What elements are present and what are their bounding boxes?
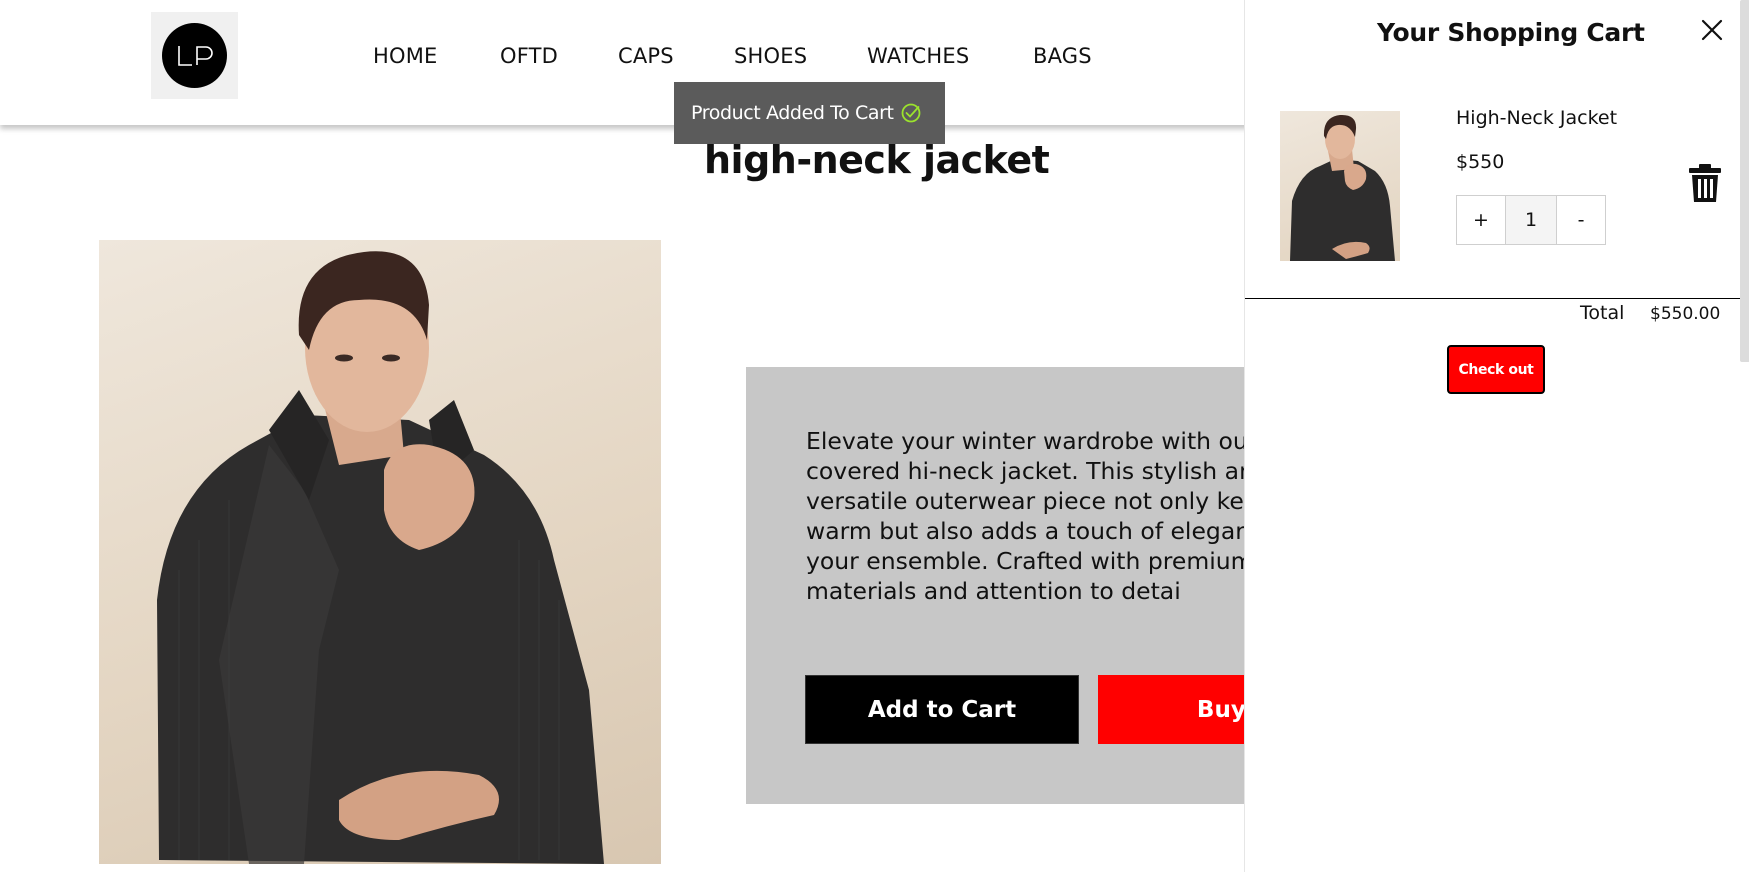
cart-item-price: $550 (1456, 151, 1505, 173)
check-circle-icon (900, 102, 922, 124)
description-line: versatile outerwear piece not only kee (806, 487, 1259, 515)
description-line: materials and attention to detai (806, 577, 1181, 605)
model-photo (157, 251, 604, 864)
logo-lp-icon (177, 45, 213, 66)
cart-scrollbar[interactable] (1740, 0, 1749, 362)
toast-notification: Product Added To Cart (674, 82, 945, 144)
nav-link-oftd[interactable]: OFTD (500, 44, 558, 68)
product-image (99, 240, 661, 864)
cart-divider (1245, 298, 1745, 299)
checkout-button[interactable]: Check out (1447, 345, 1545, 394)
brand-logo[interactable] (151, 12, 238, 99)
nav-link-home[interactable]: HOME (373, 44, 438, 68)
quantity-stepper: + 1 - (1456, 195, 1606, 245)
nav-link-shoes[interactable]: SHOES (734, 44, 807, 68)
app-root: HOME OFTD CAPS SHOES WATCHES BAGS Produc… (0, 0, 1749, 872)
increase-quantity-button[interactable]: + (1456, 195, 1506, 245)
description-line: warm but also adds a touch of elegar (806, 517, 1245, 545)
buy-now-button[interactable]: Buy N (1098, 675, 1266, 744)
description-line: Elevate your winter wardrobe with ou (806, 427, 1248, 455)
description-line: your ensemble. Crafted with premium (806, 547, 1254, 575)
cart-total-value: $550.00 (1650, 304, 1721, 324)
toast-message: Product Added To Cart (691, 102, 894, 124)
shopping-cart-drawer: Your Shopping Cart High-Neck Jacket $550… (1244, 0, 1749, 872)
product-title: high-neck jacket (704, 138, 1050, 182)
quantity-value: 1 (1506, 195, 1556, 245)
logo-mark (162, 23, 227, 88)
product-description: Elevate your winter wardrobe with ou cov… (806, 426, 1266, 606)
add-to-cart-button[interactable]: Add to Cart (805, 675, 1079, 744)
nav-link-bags[interactable]: BAGS (1033, 44, 1092, 68)
nav-link-watches[interactable]: WATCHES (867, 44, 969, 68)
product-info-panel: Elevate your winter wardrobe with ou cov… (746, 367, 1266, 804)
nav-link-caps[interactable]: CAPS (618, 44, 674, 68)
decrease-quantity-button[interactable]: - (1556, 195, 1606, 245)
close-icon[interactable] (1699, 17, 1725, 43)
cart-thumbnail-photo (1290, 114, 1395, 261)
cart-total-label: Total (1580, 302, 1625, 324)
description-line: covered hi-neck jacket. This stylish an (806, 457, 1254, 485)
trash-icon[interactable] (1688, 163, 1722, 203)
cart-item-name: High-Neck Jacket (1456, 107, 1618, 129)
cart-title: Your Shopping Cart (1377, 18, 1645, 47)
cart-item-thumbnail (1280, 111, 1400, 261)
